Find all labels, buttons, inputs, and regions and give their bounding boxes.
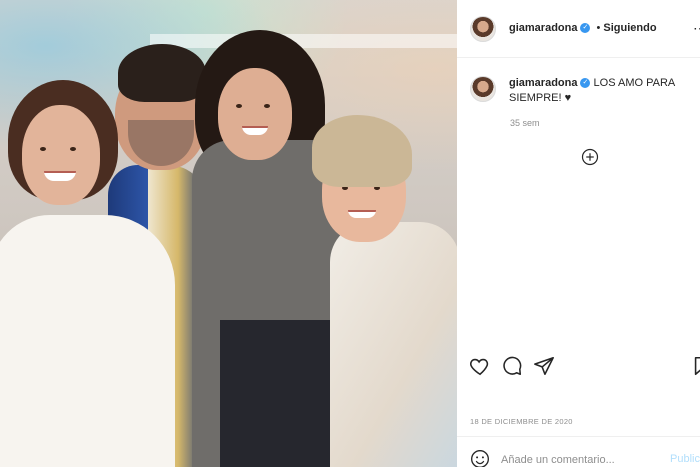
post-date[interactable]: 18 DE DICIEMBRE DE 2020 <box>470 417 573 426</box>
comment-input[interactable] <box>501 451 661 467</box>
person-girl-face <box>22 105 100 205</box>
post-actions <box>457 340 700 380</box>
eye <box>236 104 242 108</box>
smile <box>242 126 268 135</box>
heart-icon[interactable] <box>469 355 491 377</box>
header-line: giamaradona ✓ • Siguiendo <box>509 22 657 34</box>
person-boy-shirt <box>330 222 457 467</box>
person-woman-skirt <box>220 320 335 467</box>
verified-badge-icon: ✓ <box>580 78 591 89</box>
add-circle-icon[interactable] <box>581 148 599 166</box>
caption-time-ago[interactable]: 35 sem <box>510 118 540 128</box>
header-username[interactable]: giamaradona <box>509 22 577 34</box>
caption-username[interactable]: giamaradona <box>509 77 577 89</box>
person-man-hair <box>118 44 206 102</box>
eye <box>40 147 46 151</box>
avatar[interactable] <box>470 16 496 42</box>
post-photo[interactable] <box>0 0 457 467</box>
bookmark-icon[interactable] <box>691 355 700 377</box>
smile <box>44 171 76 181</box>
post-caption: giamaradona ✓ LOS AMO PARA SIEMPRE! ♥ <box>509 76 689 106</box>
person-woman-face <box>218 68 292 160</box>
more-options-icon[interactable]: ⋯ <box>693 20 700 37</box>
post-sidebar: giamaradona ✓ • Siguiendo ⋯ giamaradona ✓ L… <box>457 0 700 467</box>
smile <box>348 210 376 218</box>
paper-plane-icon[interactable] <box>533 355 555 377</box>
post-header: giamaradona ✓ • Siguiendo ⋯ <box>457 0 700 58</box>
caption-avatar[interactable] <box>470 76 496 102</box>
follow-status-button[interactable]: Siguiendo <box>603 22 656 34</box>
photo-wall-stripe <box>150 34 457 48</box>
eye <box>264 104 270 108</box>
header-separator: • <box>596 22 601 34</box>
emoji-icon[interactable] <box>470 449 490 467</box>
comment-bar: Publicar <box>457 436 700 467</box>
eye <box>70 147 76 151</box>
publish-button[interactable]: Publicar <box>670 453 700 465</box>
verified-badge-icon: ✓ <box>580 23 591 34</box>
person-girl-blouse <box>0 215 175 467</box>
comment-bubble-icon[interactable] <box>501 355 523 377</box>
